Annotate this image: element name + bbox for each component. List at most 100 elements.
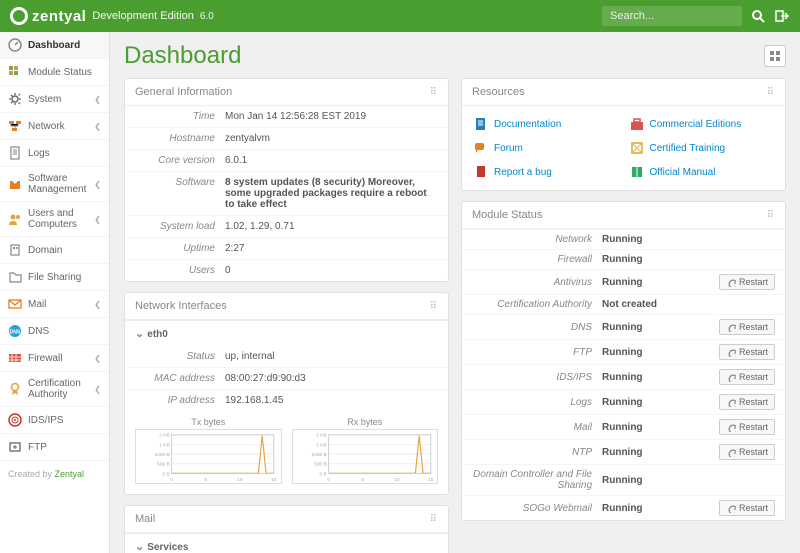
drag-handle-icon[interactable]: ⠿ (430, 87, 438, 98)
nav-icon (8, 212, 22, 226)
info-row: IP address192.168.1.45 (125, 389, 448, 411)
drag-handle-icon[interactable]: ⠿ (767, 87, 775, 98)
resources-card: Resources⠿ DocumentationCommercial Editi… (461, 78, 786, 191)
resource-link[interactable]: Certified Training (624, 136, 780, 160)
restart-button[interactable]: Restart (719, 444, 775, 460)
drag-handle-icon[interactable]: ⠿ (767, 210, 775, 221)
sidebar-item-mail[interactable]: Mail ❮ (0, 291, 109, 318)
brand-version: 6.0 (200, 11, 214, 22)
drag-handle-icon[interactable]: ⠿ (430, 301, 438, 312)
svg-text:500 B: 500 B (157, 462, 170, 468)
module-row: FTPRunningRestart (462, 339, 785, 364)
nav-label: System (28, 94, 88, 105)
nav-label: DNS (28, 326, 101, 337)
svg-text:10: 10 (394, 477, 400, 483)
nav-label: Dashboard (28, 40, 101, 51)
sidebar-item-software-management[interactable]: Software Management❮ (0, 167, 109, 202)
nav-label: Module Status (28, 67, 101, 78)
footer-link[interactable]: Zentyal (55, 469, 85, 479)
sidebar-item-domain[interactable]: Domain (0, 237, 109, 264)
restart-button[interactable]: Restart (719, 500, 775, 516)
nav-label: Network (28, 121, 88, 132)
resource-link[interactable]: Official Manual (624, 160, 780, 184)
restart-button[interactable]: Restart (719, 369, 775, 385)
nav-icon (8, 243, 22, 257)
nav-icon (8, 440, 22, 454)
restart-button[interactable]: Restart (719, 319, 775, 335)
nav-icon (8, 65, 22, 79)
interface-toggle[interactable]: eth0 (125, 320, 448, 346)
chevron-left-icon: ❮ (94, 215, 101, 224)
svg-text:1000 B: 1000 B (311, 452, 326, 458)
logo-icon (10, 7, 32, 25)
module-row: IDS/IPSRunningRestart (462, 364, 785, 389)
search-input[interactable] (602, 6, 742, 26)
info-row: Core version6.0.1 (125, 149, 448, 171)
sidebar-item-network[interactable]: Network❮ (0, 113, 109, 140)
svg-text:15: 15 (428, 477, 434, 483)
resource-link[interactable]: Forum (468, 136, 624, 160)
svg-text:0: 0 (170, 477, 173, 483)
svg-text:1 KB: 1 KB (316, 442, 326, 448)
sidebar-item-ftp[interactable]: FTP (0, 434, 109, 461)
nav-label: Mail (28, 299, 88, 310)
sidebar-item-ids-ips[interactable]: IDS/IPS (0, 407, 109, 434)
resource-icon (474, 141, 488, 155)
nav-icon (8, 119, 22, 133)
sidebar-item-users-and-computers[interactable]: Users and Computers❮ (0, 202, 109, 237)
nav-icon (8, 177, 22, 191)
resource-icon (474, 117, 488, 131)
svg-text:0 B: 0 B (163, 471, 170, 477)
nav-icon (8, 297, 22, 311)
svg-text:0 B: 0 B (319, 471, 326, 477)
search-icon[interactable] (750, 8, 766, 24)
sidebar-item-file-sharing[interactable]: File Sharing (0, 264, 109, 291)
restart-button[interactable]: Restart (719, 419, 775, 435)
module-row: FirewallRunning (462, 249, 785, 269)
svg-text:0: 0 (327, 477, 330, 483)
info-row: Statusup, internal (125, 346, 448, 367)
brand-name: zentyal (32, 8, 86, 25)
info-row: Uptime2:27 (125, 237, 448, 259)
module-row: LogsRunningRestart (462, 389, 785, 414)
module-row: Domain Controller and File SharingRunnin… (462, 464, 785, 495)
svg-text:5: 5 (361, 477, 364, 483)
nav-label: Domain (28, 245, 101, 256)
sidebar-item-logs[interactable]: Logs (0, 140, 109, 167)
sidebar-item-dns[interactable]: DNS (0, 318, 109, 345)
module-row: DNSRunningRestart (462, 314, 785, 339)
restart-button[interactable]: Restart (719, 344, 775, 360)
resource-link[interactable]: Commercial Editions (624, 112, 780, 136)
chevron-left-icon: ❮ (94, 300, 101, 309)
resource-link[interactable]: Documentation (468, 112, 624, 136)
card-title: Network Interfaces (135, 300, 227, 312)
restart-button[interactable]: Restart (719, 274, 775, 290)
resource-link[interactable]: Report a bug (468, 160, 624, 184)
module-row: MailRunningRestart (462, 414, 785, 439)
info-row: Hostnamezentyalvm (125, 127, 448, 149)
footer: Created by Zentyal (0, 461, 109, 487)
nav-label: IDS/IPS (28, 415, 101, 426)
sidebar-item-dashboard[interactable]: Dashboard (0, 32, 109, 59)
logout-icon[interactable] (774, 8, 790, 24)
nav-icon (8, 382, 22, 396)
sidebar-item-system[interactable]: System ❮ (0, 86, 109, 113)
network-interfaces-card: Network Interfaces ⠿ eth0 Statusup, inter… (124, 292, 449, 495)
sidebar-item-certification-authority[interactable]: Certification Authority❮ (0, 372, 109, 407)
sidebar-item-firewall[interactable]: Firewall❮ (0, 345, 109, 372)
dashboard-layout-button[interactable] (764, 45, 786, 67)
chevron-left-icon: ❮ (94, 95, 101, 104)
module-row: SOGo WebmailRunningRestart (462, 495, 785, 520)
restart-button[interactable]: Restart (719, 394, 775, 410)
page-title: Dashboard (124, 42, 241, 70)
nav-icon (8, 38, 22, 52)
card-title: General Information (135, 86, 232, 98)
drag-handle-icon[interactable]: ⠿ (430, 514, 438, 525)
info-row: Users0 (125, 259, 448, 281)
sidebar-item-module-status[interactable]: Module Status (0, 59, 109, 86)
nav-icon (8, 324, 22, 338)
chevron-left-icon: ❮ (94, 180, 101, 189)
nav-label: FTP (28, 442, 101, 453)
mail-services-toggle[interactable]: Services (125, 533, 448, 553)
svg-text:15: 15 (271, 477, 277, 483)
